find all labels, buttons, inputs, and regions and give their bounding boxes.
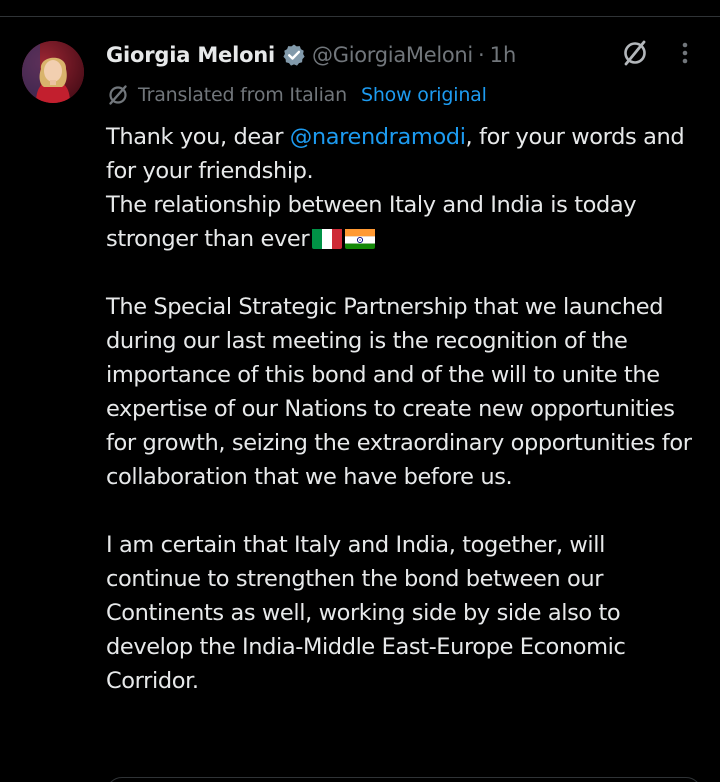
separator-dot: ·: [477, 43, 485, 67]
grok-icon[interactable]: [620, 38, 650, 68]
translation-row: Translated from Italian Show original: [106, 80, 487, 110]
post-time[interactable]: 1h: [490, 43, 517, 67]
post-paragraph-2: The relationship between Italy and India…: [106, 188, 696, 256]
show-original-link[interactable]: Show original: [361, 84, 487, 106]
post-paragraph-1: Thank you, dear @narendramodi, for your …: [106, 120, 696, 188]
translated-label: Translated from Italian: [138, 84, 347, 106]
italy-flag-icon: [312, 227, 343, 249]
avatar[interactable]: [22, 41, 84, 103]
mention-link[interactable]: @narendramodi: [290, 124, 466, 150]
author-name[interactable]: Giorgia Meloni: [106, 43, 275, 67]
post[interactable]: Giorgia Meloni @GiorgiaMeloni · 1h Trans…: [0, 17, 720, 782]
author-handle[interactable]: @GiorgiaMeloni: [312, 43, 473, 67]
post-paragraph-4: I am certain that Italy and India, toget…: [106, 532, 626, 694]
post-header: Giorgia Meloni @GiorgiaMeloni · 1h: [106, 39, 700, 71]
india-flag-icon: [345, 227, 376, 249]
media-card-edge[interactable]: [106, 777, 702, 782]
verified-badge-icon: [282, 43, 306, 67]
translate-icon: [106, 83, 130, 107]
more-icon[interactable]: [672, 38, 698, 68]
post-body: Thank you, dear @narendramodi, for your …: [106, 120, 696, 698]
body-text-prefix: Thank you, dear: [106, 124, 290, 150]
post-paragraph-3: The Special Strategic Partnership that w…: [106, 294, 692, 490]
